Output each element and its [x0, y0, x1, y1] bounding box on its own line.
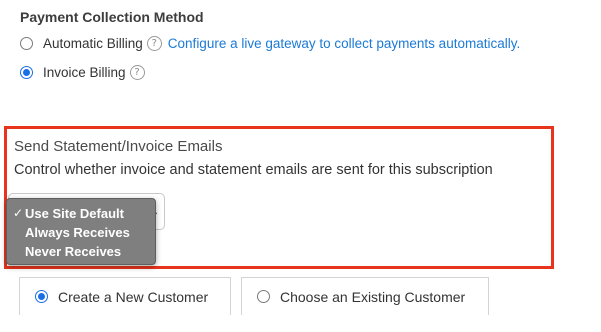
- payment-method-heading: Payment Collection Method: [20, 9, 204, 25]
- automatic-billing-label[interactable]: Automatic Billing: [43, 36, 143, 51]
- menu-item-always-receives[interactable]: Always Receives: [7, 223, 155, 242]
- invoice-billing-radio[interactable]: [20, 66, 33, 79]
- configure-gateway-link[interactable]: Configure a live gateway to collect paym…: [168, 36, 520, 51]
- checkmark-icon: ✓: [12, 206, 23, 220]
- emails-dropdown-menu: ✓ Use Site Default Always Receives Never…: [6, 198, 156, 265]
- create-customer-radio[interactable]: [35, 290, 48, 303]
- menu-item-use-site-default[interactable]: ✓ Use Site Default: [7, 204, 155, 223]
- help-icon[interactable]: ?: [146, 36, 162, 51]
- automatic-billing-option[interactable]: Automatic Billing ? Configure a live gat…: [20, 36, 520, 51]
- emails-heading: Send Statement/Invoice Emails: [14, 138, 223, 155]
- menu-item-never-receives[interactable]: Never Receives: [7, 242, 155, 261]
- help-icon[interactable]: ?: [129, 65, 145, 80]
- emails-description: Control whether invoice and statement em…: [14, 162, 493, 178]
- tab-label: Choose an Existing Customer: [280, 288, 466, 305]
- menu-item-label: Always Receives: [25, 225, 130, 240]
- tab-choose-existing-customer[interactable]: Choose an Existing Customer: [241, 277, 489, 315]
- invoice-billing-option[interactable]: Invoice Billing ?: [20, 65, 145, 80]
- tab-create-new-customer[interactable]: Create a New Customer: [19, 277, 231, 315]
- invoice-billing-label[interactable]: Invoice Billing: [43, 65, 126, 80]
- automatic-billing-radio[interactable]: [20, 37, 33, 50]
- menu-item-label: Never Receives: [25, 244, 122, 259]
- choose-customer-radio[interactable]: [257, 290, 270, 303]
- menu-item-label: Use Site Default: [25, 206, 124, 221]
- tab-label: Create a New Customer: [58, 288, 209, 305]
